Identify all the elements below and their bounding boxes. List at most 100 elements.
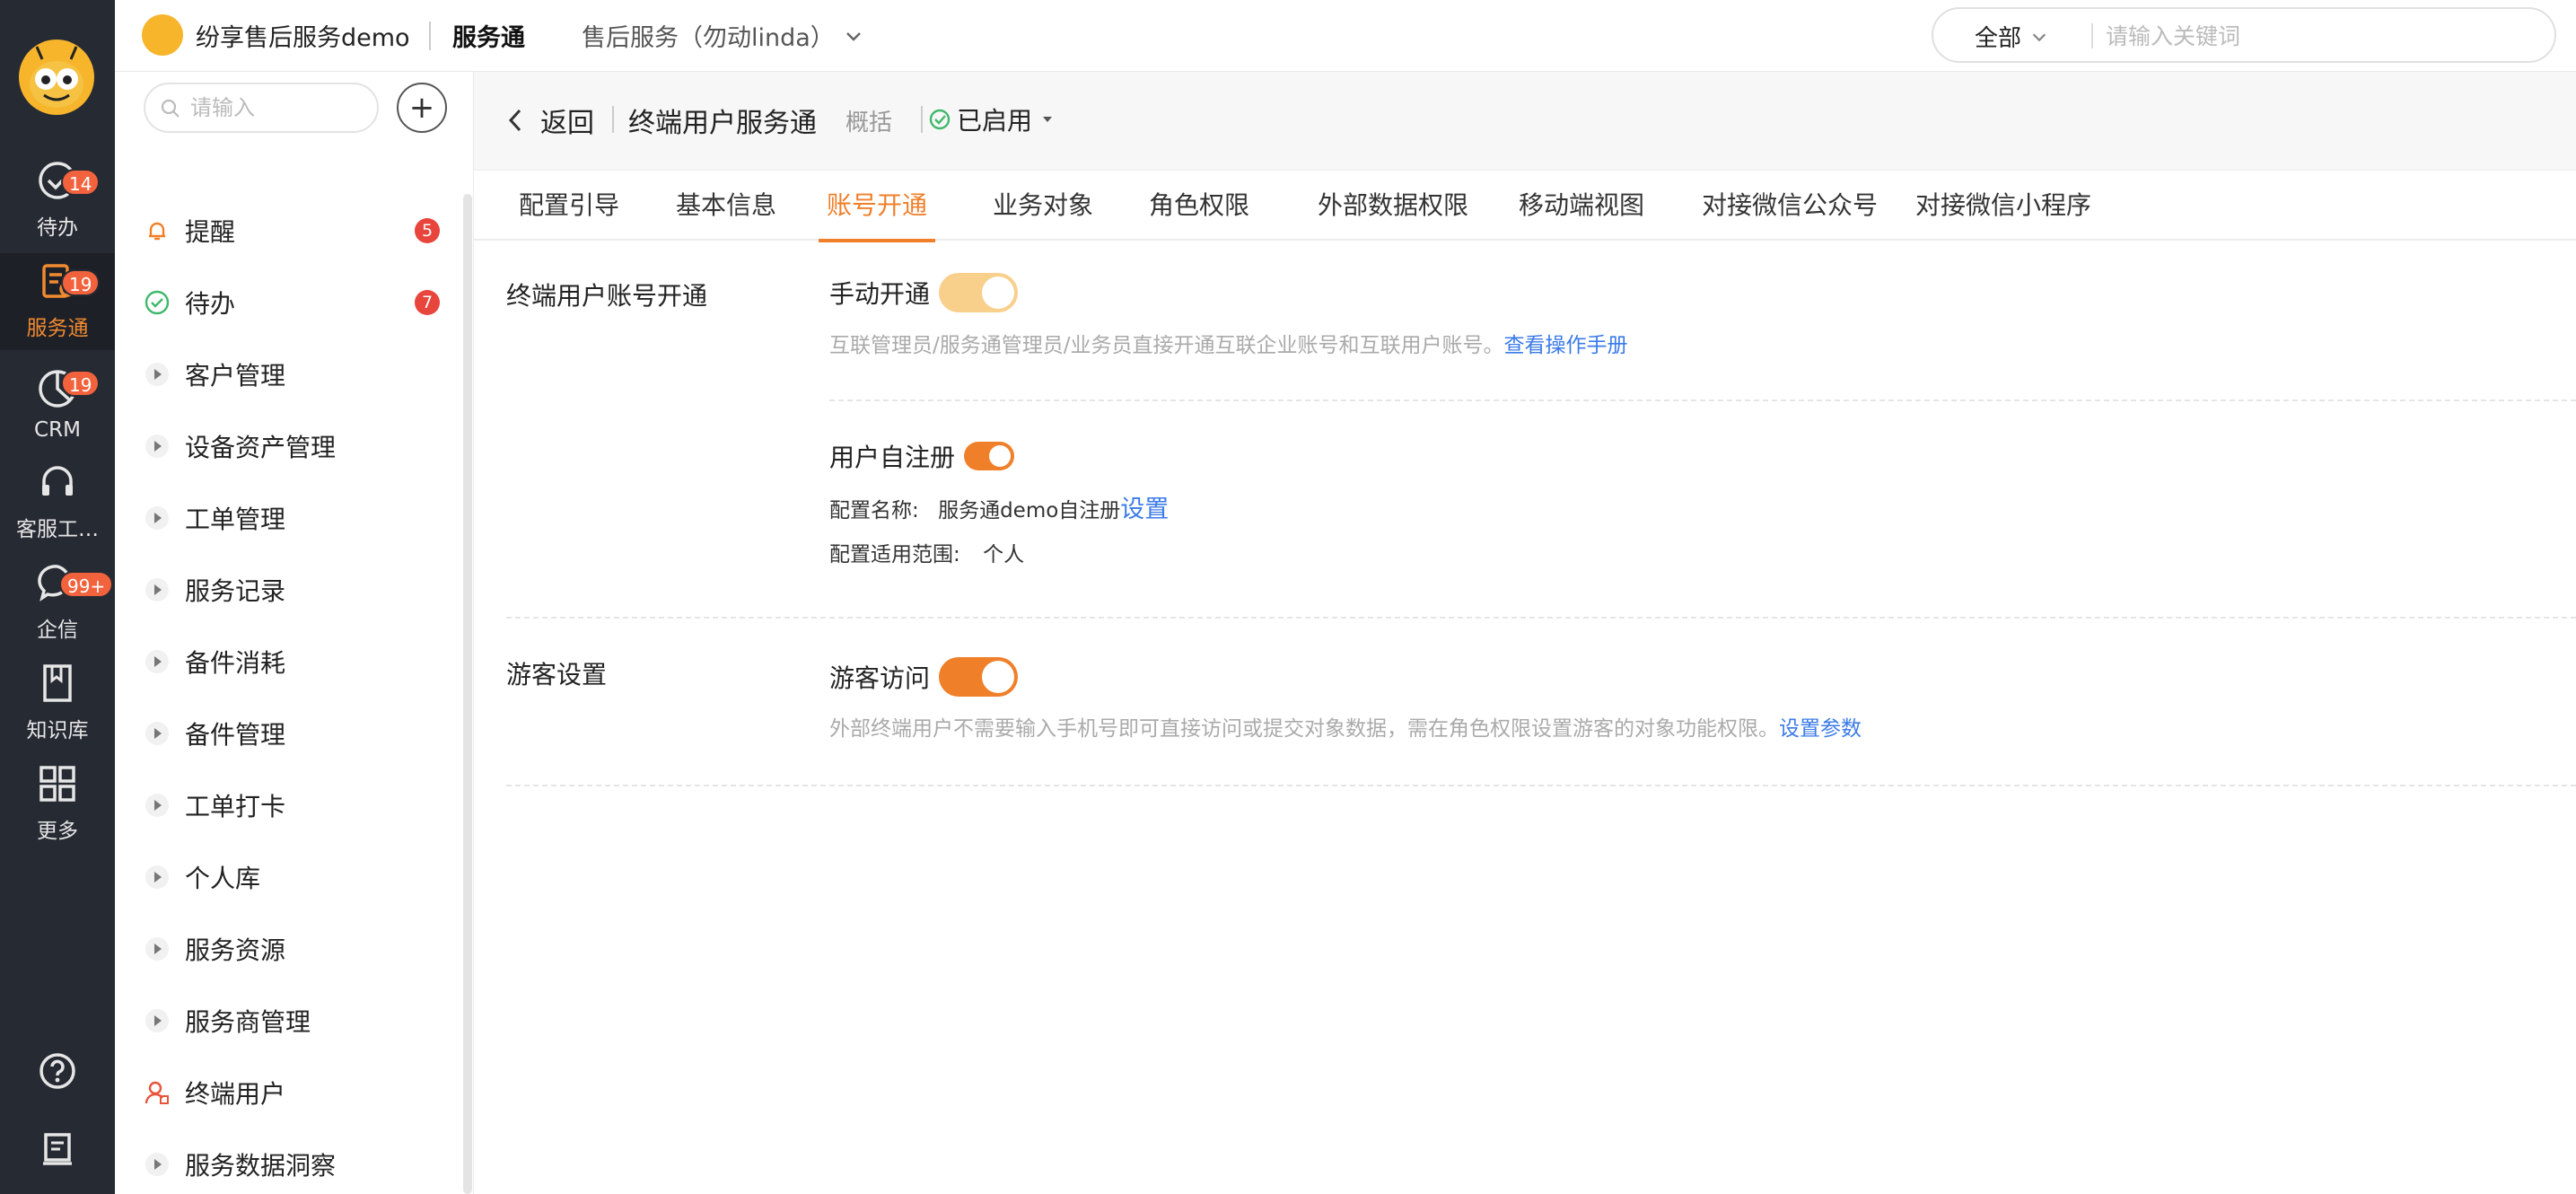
global-search-input[interactable] [2106,18,2537,54]
nav-item-label: 个人库 [185,864,261,893]
nav-item-label: 服务商管理 [185,1007,311,1037]
divider [506,785,2576,786]
search-scope-label: 全部 [1975,25,2022,52]
manual-open-toggle[interactable] [939,273,1019,312]
chevron-left-icon [508,109,521,132]
book-icon [43,664,72,702]
nav-item[interactable]: 服务数据洞察 [115,1128,456,1194]
overview-link[interactable]: 概括 [846,104,892,137]
grid-icon [39,766,75,802]
config-settings-link[interactable]: 设置 [1120,496,1169,523]
user-icon [144,1079,171,1106]
nav-item[interactable]: 客户管理 [115,338,456,410]
count-badge: 7 [415,290,440,315]
rail-item-label: 待办 [37,216,78,240]
self-register-label: 用户自注册 [829,443,956,472]
app-name: 服务通 [452,24,525,52]
nav-item[interactable]: 待办 7 [115,267,456,338]
manual-link[interactable]: 查看操作手册 [1504,334,1628,357]
self-register-row: 用户自注册 [829,438,1015,474]
context-label: 售后服务（勿动linda） [582,24,835,52]
nav-item[interactable]: 服务资源 [115,913,456,985]
rail-item-label: 客服工… [16,518,99,541]
headset-icon [42,466,73,496]
rail-item-more[interactable]: 更多 [0,756,115,853]
rail-item-crm[interactable]: 19 CRM [0,354,115,451]
tab-item[interactable]: 基本信息 [675,171,777,241]
nav-item[interactable]: 工单管理 [115,482,456,554]
nav-item-label: 服务记录 [185,576,286,606]
app-logo[interactable] [19,40,94,115]
nav-item[interactable]: 终端用户 [115,1057,456,1128]
status-label: 已启用 [957,106,1033,136]
back-button[interactable]: 返回 [504,101,594,140]
page-header: 返回 终端用户服务通 概括 已启用 [474,72,2576,171]
expand-caret-icon [145,722,169,745]
nav-item-label: 客户管理 [185,361,286,391]
nav-search [144,83,379,133]
tab-item[interactable]: 外部数据权限 [1307,171,1479,241]
guest-access-toggle[interactable] [939,657,1019,697]
tab-item[interactable]: 账号开通 [819,171,935,242]
company-name[interactable]: 纷享售后服务demo [196,18,410,53]
nav-item-label: 工单打卡 [185,792,286,821]
expand-caret-icon [145,578,169,601]
rail-item-messenger[interactable]: 99+ 企信 [0,555,115,652]
chevron-down-icon [846,31,861,41]
page-title: 终端用户服务通 [628,108,817,139]
rail-item-support[interactable]: 客服工… [0,454,115,551]
tab-item[interactable]: 配置引导 [517,171,621,241]
section-label-guest: 游客设置 [506,660,608,689]
help-button[interactable] [0,1040,115,1102]
config-name-value: 服务通demo自注册 [938,499,1121,522]
bell-icon [144,217,171,244]
rail-badge: 19 [61,269,101,296]
tab-item[interactable]: 业务对象 [991,171,1095,241]
rail-item-label: 服务通 [26,317,89,340]
notes-button[interactable] [0,1118,115,1181]
toggle-knob [982,661,1015,693]
tab-item[interactable]: 角色权限 [1147,171,1251,241]
divider [506,617,2576,619]
add-button[interactable]: + [397,83,447,133]
check-circle-icon [929,109,951,130]
context-switcher[interactable]: 售后服务（勿动linda） [582,18,863,53]
header-divider [921,106,923,133]
nav-item[interactable]: 工单打卡 [115,769,456,841]
search-icon [161,99,180,118]
notepad-icon [43,1133,72,1165]
nav-item-label: 终端用户 [185,1079,286,1109]
tab-bar: 配置引导 基本信息 账号开通 业务对象 角色权限 外部数据权限 移动端视图 对接微信公众号 对接… [474,171,2576,242]
status-dropdown[interactable]: 已启用 [928,101,1057,137]
rail-item-label: 企信 [37,619,78,642]
nav-item-label: 工单管理 [185,505,286,534]
nav-item[interactable]: 设备资产管理 [115,410,456,482]
search-scope-select[interactable]: 全部 [1975,20,2048,53]
nav-item[interactable]: 服务记录 [115,554,456,626]
nav-scrollbar[interactable] [463,194,472,1194]
tab-item[interactable]: 对接微信公众号 [1698,171,1881,241]
guest-params-link[interactable]: 设置参数 [1779,717,1862,741]
self-register-toggle[interactable] [964,442,1015,470]
rail-item-todo[interactable]: 14 待办 [0,153,115,250]
divider [829,399,2576,401]
nav-item-label: 备件消耗 [185,648,286,678]
rail-badge: 99+ [59,571,114,598]
check-circle-icon [144,289,171,316]
expand-caret-icon [145,937,169,961]
tab-item[interactable]: 移动端视图 [1515,171,1648,241]
rail-item-service[interactable]: 19 服务通 [0,253,115,350]
nav-item[interactable]: 个人库 [115,841,456,913]
nav-item[interactable]: 服务商管理 [115,985,456,1057]
nav-search-input[interactable] [190,92,370,124]
tab-item[interactable]: 对接微信小程序 [1910,171,2097,241]
nav-item-label: 备件管理 [185,720,286,750]
rail-item-knowledge[interactable]: 知识库 [0,655,115,752]
nav-item-label: 提醒 [185,217,236,247]
nav-item[interactable]: 备件消耗 [115,626,456,698]
nav-item[interactable]: 提醒 5 [115,195,456,267]
nav-item[interactable]: 备件管理 [115,698,456,769]
guest-access-label: 游客访问 [829,663,931,693]
expand-caret-icon [145,650,169,673]
app-rail: 14 待办 19 服务通 19 CRM 客服工… 99+ 企信 知识库 更多 [0,0,115,1194]
